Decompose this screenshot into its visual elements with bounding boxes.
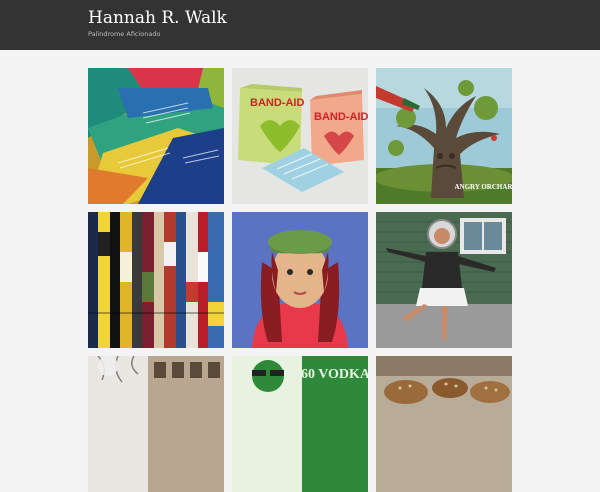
gallery-item-360-vodka-poster[interactable]: 360 VODKA [232,356,368,492]
gallery-item-colorful-quote-cards[interactable] [88,68,224,204]
band-aid-packaging-image: BAND-AID BAND-AID [232,68,368,204]
pastries-image [376,356,512,492]
360-vodka-logo: 360 VODKA [294,367,368,382]
portfolio-grid: BAND-AID BAND-AID ANGRY ORCHARD 360 VODK… [88,68,512,492]
gallery-item-girl-astronaut-helmet-photo[interactable] [376,212,512,348]
book-spines-image [88,212,224,348]
site-tagline: Palindrome Aficionado [88,30,161,38]
site-header: Hannah R. Walk Palindrome Aficionado [0,0,600,50]
gallery-item-self-portrait-painting[interactable] [232,212,368,348]
angry-orchard-logo: ANGRY ORCHARD [454,183,512,191]
girl-astronaut-image [376,212,512,348]
gallery-item-angry-orchard-tree-illustration[interactable]: ANGRY ORCHARD [376,68,512,204]
tree-building-image [88,356,224,492]
band-aid-logo-left: BAND-AID [250,97,304,109]
gallery-item-tree-and-building-photo[interactable] [88,356,224,492]
gallery-item-pastries-photo[interactable] [376,356,512,492]
gallery-item-band-aid-packaging[interactable]: BAND-AID BAND-AID [232,68,368,204]
angry-orchard-tree-image: ANGRY ORCHARD [376,68,512,204]
colorful-quote-cards-image [88,68,224,204]
self-portrait-image [232,212,368,348]
gallery-item-book-spines-collage[interactable] [88,212,224,348]
360-vodka-image: 360 VODKA [232,356,368,492]
site-title[interactable]: Hannah R. Walk [88,8,227,28]
band-aid-logo-right: BAND-AID [314,111,368,123]
